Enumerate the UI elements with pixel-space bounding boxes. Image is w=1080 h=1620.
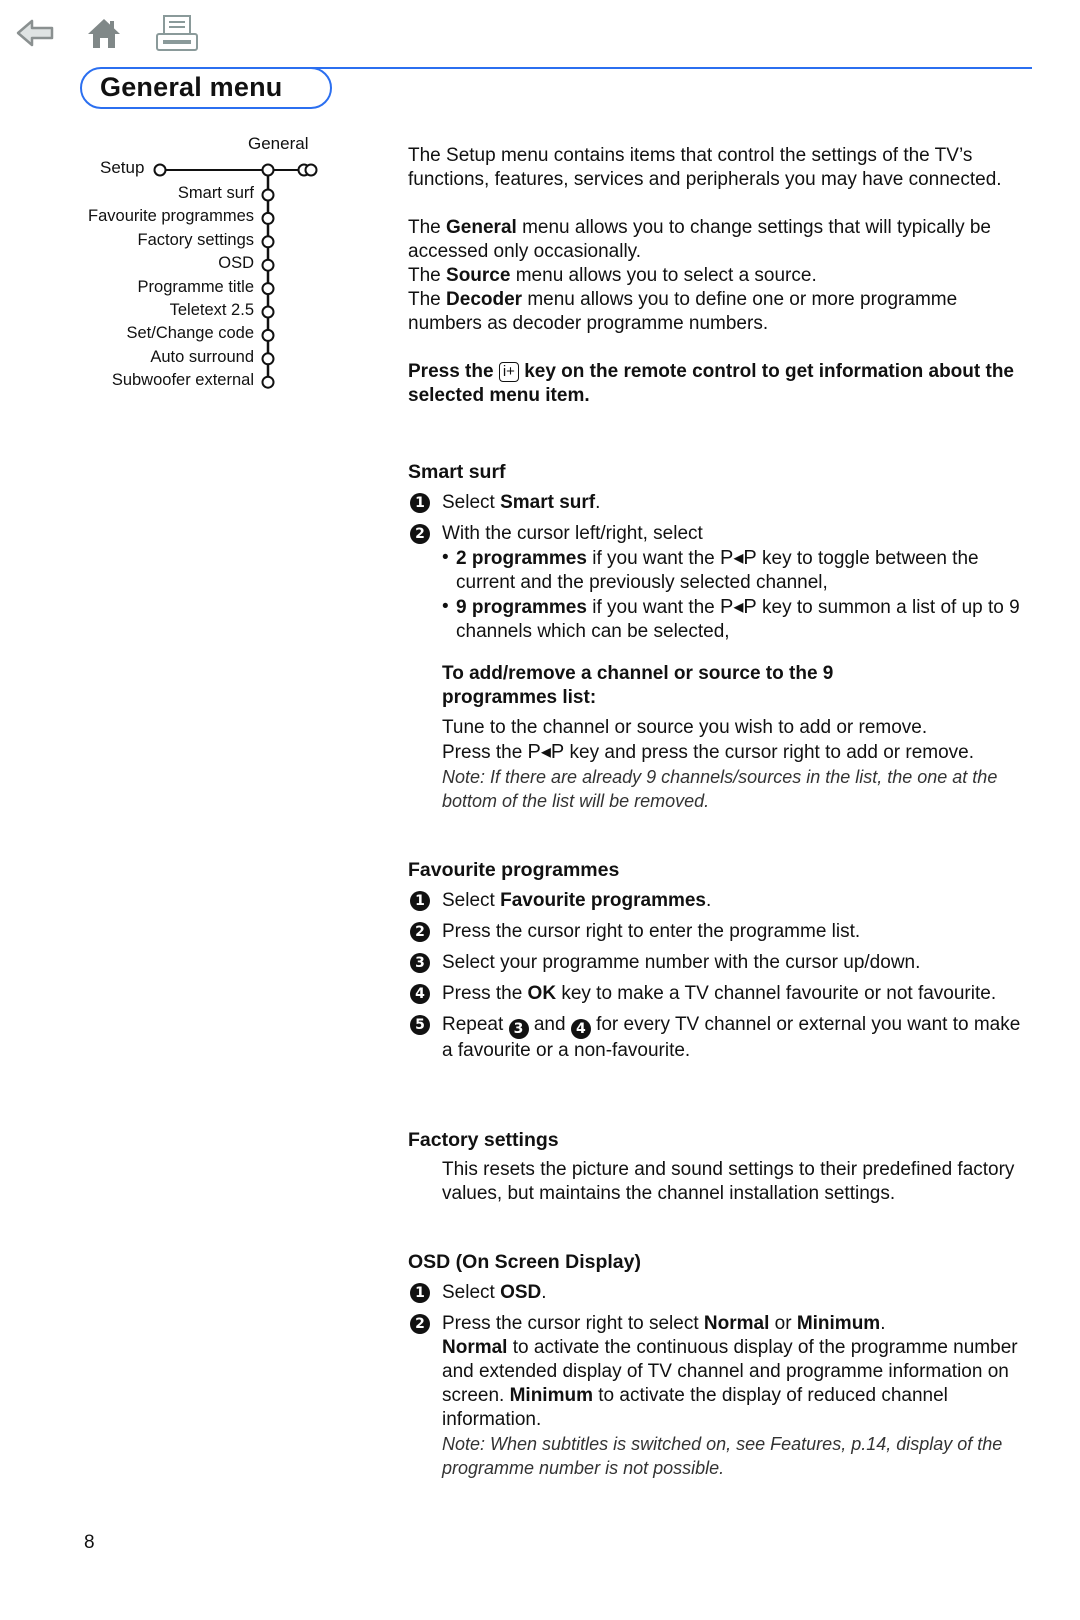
tree-item-label: Subwoofer external [111,371,254,390]
step-number-icon: 2 [410,922,430,942]
tree-label-general: General [248,134,309,153]
step-number-icon: 2 [410,1314,430,1334]
tree-item-label: Programme title [137,277,254,296]
tree-node-setup [153,163,167,177]
step-item: 2 With the cursor left/right, select [408,522,1028,546]
tree-node [261,375,275,389]
tree-label-setup: Setup [100,158,145,177]
note: Note: If there are already 9 channels/so… [442,767,998,811]
section-heading: Favourite programmes [408,859,620,881]
tree-item-label: Factory settings [137,230,254,249]
tree-node [261,188,275,202]
tree-item-label: Auto surround [150,347,254,366]
intro-paragraph: The Setup menu contains items that contr… [408,145,1002,190]
tree-item-label: Teletext 2.5 [169,301,254,319]
tree-node-sub [304,163,318,177]
note: Note: When subtitles is switched on, see… [442,1434,1003,1478]
sub-paragraph: Press the P◂P key and press the cursor r… [442,741,975,763]
tree-node [261,328,275,342]
tree-node [261,258,275,272]
step-ref-icon: 3 [508,1019,529,1039]
step-item: 2 Press the cursor right to enter the pro… [408,920,1028,944]
step-number-icon: 4 [410,984,430,1004]
step-number-icon: 5 [410,1015,430,1035]
step-item: 5 Repeat 3 and 4 for every TV channel or … [408,1013,1028,1063]
tree-item-label: Favourite programmes [88,207,254,226]
bullet-item: • 2 programmes if you want the P◂P key to… [442,547,979,593]
step-item: 4 Press the OK key to make a TV channel f… [408,982,1028,1006]
pp-key-icon: P◂P [527,741,565,763]
factory-paragraph: This resets the picture and sound settin… [442,1159,1015,1204]
intro-section: The Setup menu contains items that contr… [408,144,1028,408]
title-rule [300,67,1032,69]
step-item: 1 Select Smart surf. [408,491,1028,515]
smart-surf-section: Smart surf 1 Select Smart surf. 2 With the… [408,460,1028,813]
step-number-icon: 3 [410,953,430,973]
section-heading: Smart surf [408,461,506,483]
tree-item-label: OSD [218,254,254,273]
tree-node [261,235,275,249]
step-number-icon: 1 [410,493,430,513]
section-heading: Factory settings [408,1129,559,1151]
tree-node [261,211,275,225]
info-key-tip: Press the i+ key on the remote control t… [408,361,1014,406]
tree-node-general [261,163,275,177]
step-number-icon: 1 [410,1283,430,1303]
sub-paragraph: Tune to the channel or source you wish t… [442,717,928,738]
tree-item-label: Smart surf [177,184,254,202]
step-number-icon: 1 [410,891,430,911]
sub-heading: To add/remove a channel or source to the… [442,663,834,708]
general-paragraph: The General menu allows you to change se… [408,217,991,262]
decoder-paragraph: The Decoder menu allows you to define on… [408,289,958,334]
source-paragraph: The Source menu allows you to select a s… [408,265,817,286]
step-item: 1 Select Favourite programmes. [408,889,1028,913]
step-item: 1 Select OSD. [408,1281,1028,1305]
page-number: 8 [84,1532,95,1553]
favourite-section: Favourite programmes 1 Select Favourite p… [408,858,1028,1063]
bullet-item: • 9 programmes if you want the P◂P key to… [442,596,1020,642]
step-number-icon: 2 [410,524,430,544]
step-ref-icon: 4 [570,1019,591,1039]
factory-section: Factory settings This resets the picture… [408,1128,1028,1206]
tree-node [261,282,275,296]
osd-section: OSD (On Screen Display) 1 Select OSD. 2 Pr… [408,1250,1028,1480]
section-heading: OSD (On Screen Display) [408,1251,641,1273]
step-item: 3 Select your programme number with the c… [408,951,1028,975]
info-key-icon: i+ [498,362,519,382]
pp-key-icon: P◂P [720,547,757,569]
pp-key-icon: P◂P [720,596,757,618]
tree-node [261,352,275,366]
tree-item-label: Set/Change code [126,324,254,343]
step-item: 2 Press the cursor right to select Normal… [408,1312,1028,1432]
tree-node [261,305,275,319]
